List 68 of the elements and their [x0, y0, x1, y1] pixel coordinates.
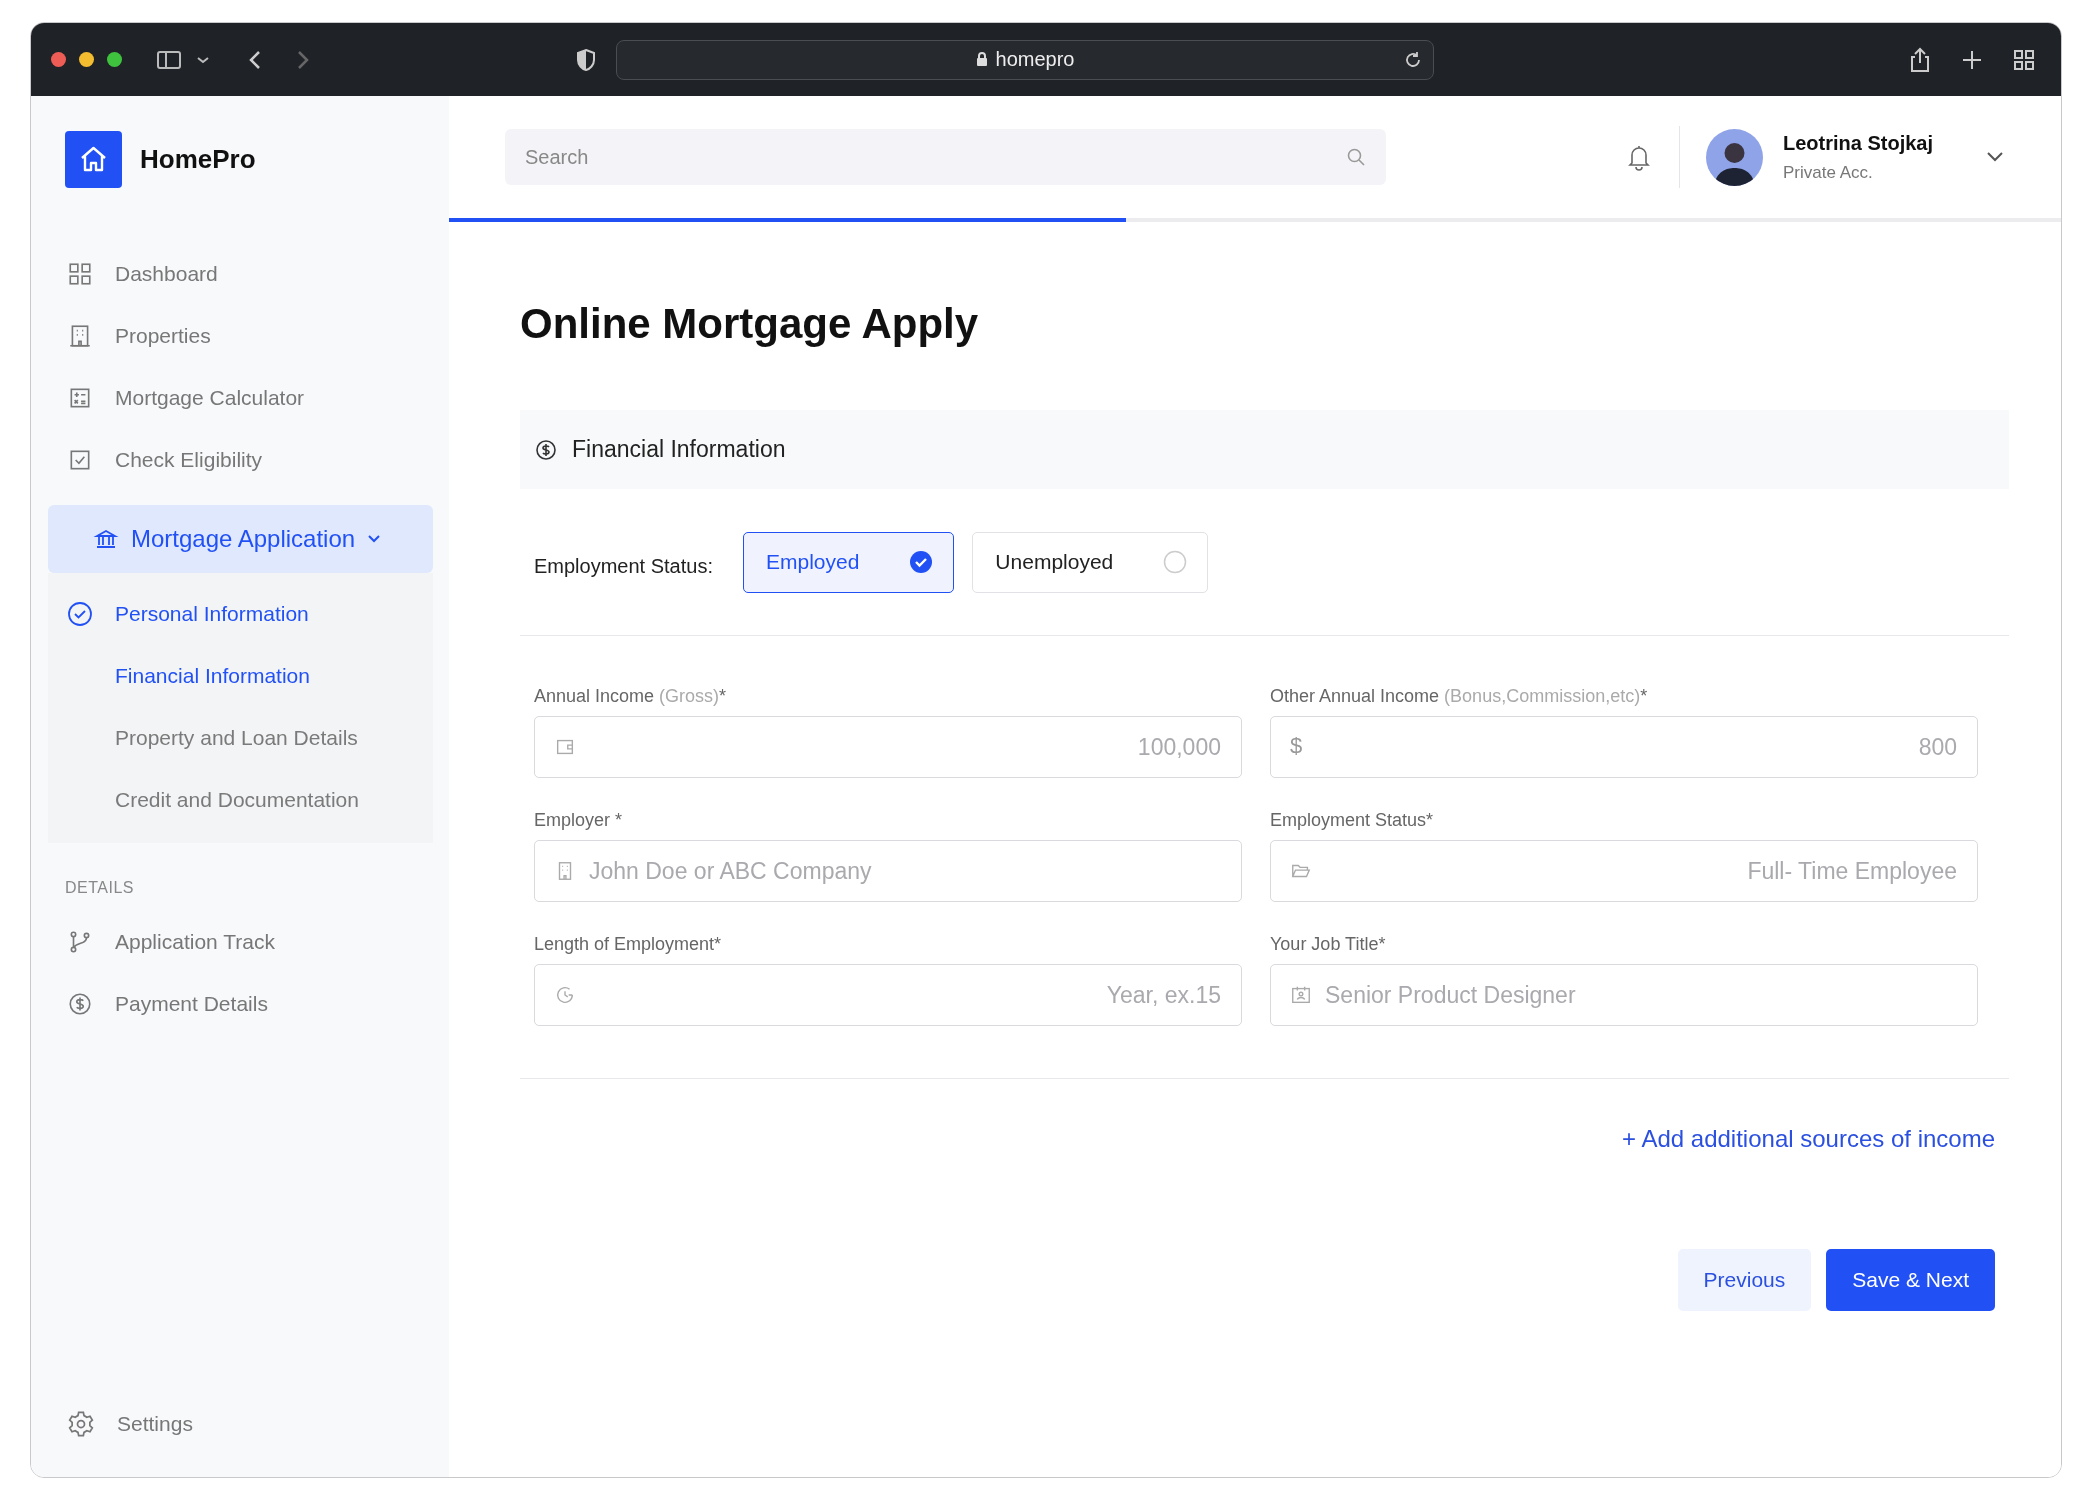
radio-option[interactable]: Unemployed — [972, 531, 1209, 593]
nav-icon — [67, 991, 93, 1017]
settings-icon — [67, 1410, 95, 1438]
shield-icon[interactable] — [576, 47, 596, 72]
forward-icon[interactable] — [296, 48, 310, 71]
nav-icon — [67, 323, 93, 349]
brand-name: HomePro — [140, 144, 256, 175]
chevron-down-icon[interactable] — [1985, 151, 2005, 163]
nav-item[interactable]: Properties — [48, 305, 433, 367]
nav-icon — [67, 261, 93, 287]
submenu-item[interactable]: Credit and Documentation — [48, 769, 433, 831]
dollar-prefix: $ — [1290, 733, 1303, 759]
share-icon[interactable] — [1909, 46, 1931, 73]
search-icon — [1346, 147, 1366, 167]
submenu-item[interactable]: Personal Information — [48, 583, 433, 645]
nav-item[interactable]: Check Eligibility — [48, 429, 433, 491]
field-icon — [554, 984, 576, 1006]
add-income-link[interactable]: + Add additional sources of income — [1622, 1125, 1995, 1153]
input-field[interactable]: Year, ex.15 — [534, 964, 1242, 1026]
maximize-dot[interactable] — [107, 52, 122, 67]
input-field[interactable]: Full- Time Employee — [1270, 840, 1978, 902]
chevron-icon — [367, 534, 382, 544]
sidebar-toggle-icon[interactable] — [156, 48, 184, 71]
tabs-grid-icon[interactable] — [2013, 48, 2035, 71]
house-logo-icon — [65, 131, 122, 188]
address-bar[interactable]: homepro — [616, 39, 1434, 80]
field-icon — [1290, 984, 1312, 1006]
previous-button[interactable]: Previous — [1677, 1249, 1812, 1311]
close-dot[interactable] — [51, 52, 66, 67]
section-title: Financial Information — [572, 436, 786, 463]
plus-icon[interactable] — [1961, 48, 1983, 71]
search-field[interactable]: Search — [505, 129, 1386, 185]
nav-item[interactable]: Dashboard — [48, 243, 433, 305]
bell-icon[interactable] — [1626, 143, 1651, 171]
mortgage-application-menu[interactable]: Mortgage Application — [48, 505, 433, 573]
back-icon[interactable] — [248, 48, 262, 71]
radio-checked-icon — [909, 550, 934, 574]
account-type: Private Acc. — [1782, 162, 1874, 183]
reload-icon[interactable] — [1403, 49, 1423, 70]
settings-item[interactable]: Settings — [48, 1393, 433, 1455]
field-label: Annual Income (Gross)* — [534, 686, 728, 707]
bank-icon — [93, 527, 119, 551]
submenu-item[interactable]: Property and Loan Details — [48, 707, 433, 769]
user-name: Leotrina Stojkaj — [1782, 131, 1933, 155]
radio-option[interactable]: Employed — [742, 531, 955, 593]
radio-empty-icon — [1163, 550, 1188, 574]
input-field[interactable]: Senior Product Designer — [1270, 964, 1978, 1026]
dollar-circle-icon — [534, 437, 558, 462]
check-circle-icon — [67, 601, 93, 627]
field-label: Other Annual Income (Bonus,Commission,etc)* — [1270, 686, 1649, 707]
nav-item[interactable]: Mortgage Calculator — [48, 367, 433, 429]
page-title: Online Mortgage Apply — [520, 300, 980, 348]
save-next-button[interactable]: Save & Next — [1826, 1249, 1995, 1311]
field-label: Employer * — [534, 810, 624, 831]
nav-item[interactable]: Application Track — [48, 911, 433, 973]
address-text: homepro — [995, 48, 1075, 71]
submenu-item[interactable]: Financial Information — [48, 645, 433, 707]
field-label: Employment Status* — [1270, 810, 1435, 831]
input-field[interactable]: John Doe or ABC Company — [534, 840, 1242, 902]
input-field[interactable]: 100,000 — [534, 716, 1242, 778]
employment-status-label: Employment Status: — [534, 553, 713, 578]
field-label: Your Job Title* — [1270, 934, 1387, 955]
nav-item[interactable]: Payment Details — [48, 973, 433, 1035]
section-heading: DETAILS — [64, 879, 135, 897]
lock-icon — [975, 52, 988, 67]
chevron-down-icon[interactable] — [196, 54, 210, 65]
minimize-dot[interactable] — [79, 52, 94, 67]
field-label: Length of Employment* — [534, 934, 723, 955]
